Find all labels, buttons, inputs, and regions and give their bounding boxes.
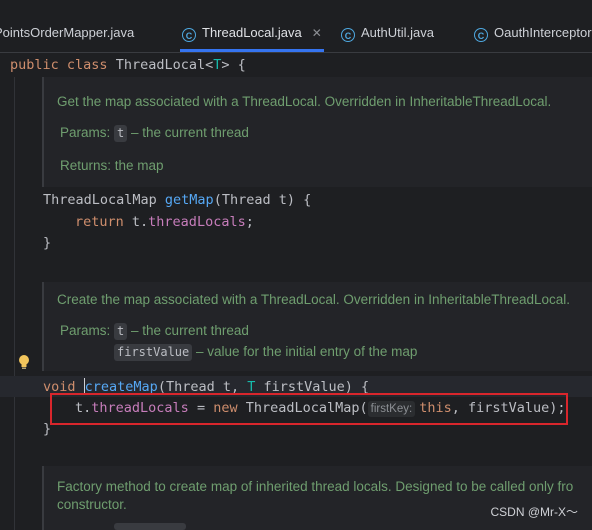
- getmap-signature: ThreadLocalMap getMap(Thread t) {: [43, 192, 312, 208]
- doc-summary-2: Create the map associated with a ThreadL…: [57, 292, 571, 307]
- doc-summary: Get the map associated with a ThreadLoca…: [57, 94, 552, 109]
- doc-param-firstvalue: firstValue – value for the initial entry…: [114, 344, 417, 361]
- code-editor[interactable]: public class ThreadLocal<T> { Get the ma…: [0, 53, 592, 530]
- class-icon: C: [182, 28, 196, 42]
- watermark: CSDN @Mr-X～: [490, 505, 578, 519]
- class-icon: C: [474, 28, 488, 42]
- class-declaration: public class ThreadLocal<T> {: [10, 57, 246, 73]
- tab-auth-util[interactable]: C AuthUtil.java: [341, 0, 434, 52]
- class-icon: C: [341, 28, 355, 42]
- doc-returns: Returns: the map: [60, 158, 164, 173]
- tab-label: OauthInterceptor: [494, 25, 592, 40]
- tab-points-order-mapper[interactable]: PointsOrderMapper.java: [0, 0, 134, 52]
- doc-summary-3-line2: constructor.: [57, 497, 127, 512]
- doc-params-2: Params: t – the current thread: [60, 323, 249, 340]
- param-chip: t: [114, 323, 128, 340]
- lightbulb-icon[interactable]: [18, 354, 30, 370]
- param-chip: firstValue: [114, 344, 193, 361]
- editor-tab-bar: PointsOrderMapper.java C ThreadLocal.java…: [0, 0, 592, 53]
- getmap-close: }: [43, 235, 52, 251]
- tab-thread-local[interactable]: C ThreadLocal.java ✕: [180, 0, 324, 52]
- doc-summary-3: Factory method to create map of inherite…: [57, 479, 574, 494]
- close-icon[interactable]: ✕: [312, 26, 322, 40]
- tab-oauth-interceptor[interactable]: C OauthInterceptor: [474, 0, 592, 52]
- getmap-return: return t.threadLocals;: [75, 214, 254, 230]
- param-chip: t: [114, 125, 128, 142]
- doc-params: Params: t – the current thread: [60, 125, 249, 142]
- tab-label: AuthUtil.java: [361, 25, 434, 40]
- tab-label: ThreadLocal.java: [202, 25, 302, 40]
- param-chip: [114, 523, 186, 530]
- indent-guide: [14, 77, 15, 530]
- highlight-box: [50, 393, 568, 425]
- tab-label: PointsOrderMapper.java: [0, 25, 135, 40]
